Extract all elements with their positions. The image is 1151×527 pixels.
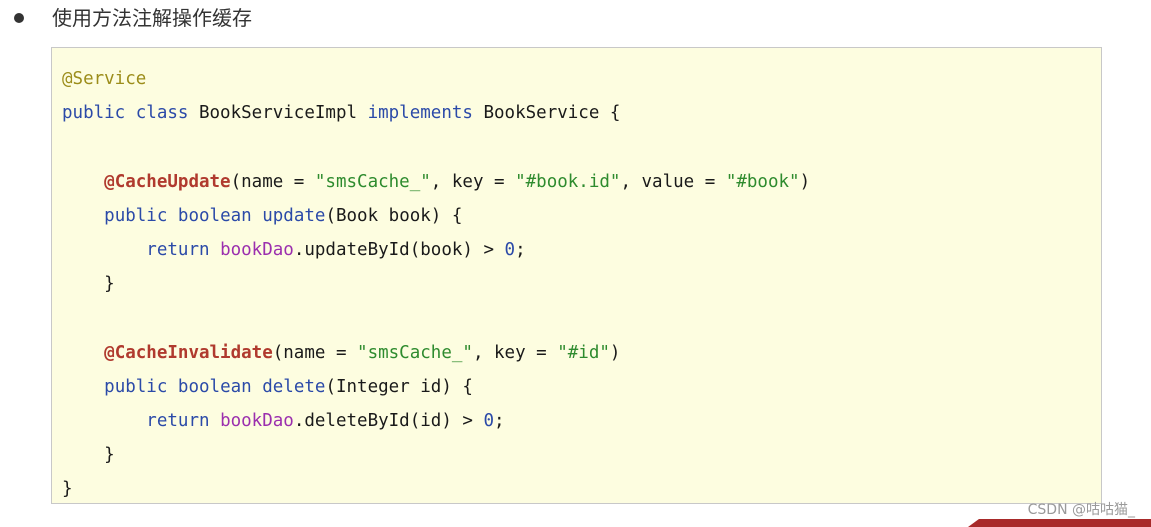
code-token: update [262, 205, 326, 226]
code-token: public [104, 376, 168, 397]
code-block: @Service public class BookServiceImpl imp… [51, 47, 1102, 504]
code-token: delete [262, 376, 326, 397]
code-line: public boolean update(Book book) { [62, 199, 810, 233]
code-token: , value = [620, 171, 726, 192]
code-token: "smsCache_" [357, 342, 473, 363]
bullet-dot-icon [14, 13, 24, 23]
code-token: .updateById(book) > [293, 239, 505, 260]
code-token: "#id" [557, 342, 610, 363]
code-token: bookDao [220, 239, 294, 260]
code-line: @CacheUpdate(name = "smsCache_", key = "… [62, 165, 810, 199]
code-token: class [135, 103, 189, 124]
code-token: return [146, 239, 210, 260]
code-token: boolean [177, 376, 252, 397]
code-token: public [62, 103, 126, 124]
code-line: } [62, 438, 810, 472]
code-token: return [146, 410, 210, 431]
code-line: @Service [62, 62, 810, 96]
code-line: @CacheInvalidate(name = "smsCache_", key… [62, 336, 810, 370]
code-line: return bookDao.updateById(book) > 0; [62, 233, 810, 267]
code-token: @CacheUpdate [104, 171, 231, 192]
code-token: "smsCache_" [314, 171, 431, 192]
code-content: @Service public class BookServiceImpl imp… [62, 62, 810, 506]
bullet-item: 使用方法注解操作缓存 [0, 0, 1151, 40]
code-token: } [62, 274, 115, 295]
code-token: implements [367, 103, 473, 124]
code-token: 0 [483, 410, 495, 431]
code-token: (name = [230, 171, 315, 192]
code-token: BookServiceImpl [188, 103, 368, 124]
code-token: @Service [62, 69, 147, 89]
code-token: 0 [504, 239, 516, 260]
watermark: CSDN @咕咕猫_ [1027, 502, 1135, 518]
code-token: } [62, 445, 115, 466]
code-token: (Integer id) { [325, 376, 473, 397]
corner-banner [968, 519, 1151, 527]
code-token: @CacheInvalidate [104, 342, 273, 363]
code-token: "#book" [725, 171, 800, 192]
code-token: , key = [430, 171, 516, 192]
code-line: public class BookServiceImpl implements … [62, 96, 810, 130]
code-token: , key = [472, 342, 558, 363]
code-token: public [104, 205, 168, 226]
code-token: "#book.id" [515, 171, 621, 192]
code-token: .deleteById(id) > [293, 410, 484, 431]
code-line: } [62, 267, 810, 301]
code-line: public boolean delete(Integer id) { [62, 370, 810, 404]
code-token: ; [494, 410, 505, 431]
code-line: } [62, 472, 810, 506]
code-token: ) [609, 342, 621, 363]
code-token: ) [799, 171, 811, 192]
code-token: (name = [272, 342, 358, 363]
code-token: bookDao [220, 410, 294, 431]
code-token: ; [515, 239, 526, 260]
bullet-text: 使用方法注解操作缓存 [52, 6, 252, 30]
code-token: BookService { [472, 103, 621, 124]
code-token: } [62, 479, 73, 500]
code-token: boolean [177, 205, 252, 226]
code-line: return bookDao.deleteById(id) > 0; [62, 404, 810, 438]
code-token: (Book book) { [325, 205, 463, 226]
